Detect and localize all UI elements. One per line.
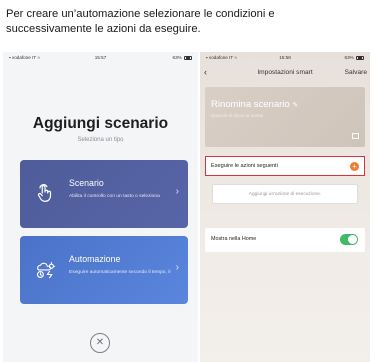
automation-card-title: Automazione — [69, 254, 121, 264]
automation-card[interactable]: Automazione Eseguire automaticamente sec… — [20, 236, 188, 304]
top-bar: ‹ Impostazioni smart Salvare — [200, 64, 370, 84]
close-icon[interactable]: ✕ — [90, 333, 110, 353]
execute-actions-label: Eseguire le azioni seguenti — [211, 163, 278, 169]
save-button[interactable]: Salvare — [345, 69, 367, 76]
scenario-card[interactable]: Scenario Abilita il controllo con un tas… — [20, 160, 188, 228]
battery-icon — [184, 55, 192, 60]
status-bar: ▪ vodafone IT ≈ 15:58 63% — [200, 52, 370, 64]
add-scenario-screen: ▪ vodafone IT ≈ 15:57 63% Aggiungi scena… — [3, 52, 198, 362]
page-subtitle: Seleziona un tipo — [77, 137, 124, 143]
smart-settings-screen: ▪ vodafone IT ≈ 15:58 63% ‹ Impostazioni… — [200, 52, 370, 362]
add-icon[interactable]: + — [350, 161, 359, 171]
chevron-right-icon: › — [175, 262, 179, 273]
image-icon[interactable] — [352, 133, 359, 139]
automation-card-description: Eseguire automaticamente secondo il temp… — [69, 270, 171, 275]
instruction-caption: Per creare un’automazione selezionare le… — [6, 7, 368, 37]
scenario-card-title: Scenario — [69, 178, 104, 188]
add-action-button[interactable]: Aggiungi un'azione di esecuzione. — [212, 184, 358, 204]
chevron-right-icon: › — [175, 186, 179, 197]
show-in-home-toggle[interactable] — [340, 234, 358, 245]
battery-indicator: 63% — [173, 55, 192, 60]
execute-actions-section[interactable]: Eseguire le azioni seguenti + — [205, 156, 365, 176]
scenario-header-card: Rinomina scenario ✎ Quando si clicca la … — [205, 87, 365, 147]
caption-line-1: Per creare un’automazione selezionare le… — [6, 8, 275, 20]
caption-line-2: successivamente le azioni da eseguire. — [6, 23, 201, 35]
tap-hand-icon — [37, 184, 52, 202]
status-time: 15:57 — [94, 55, 107, 60]
scenario-trigger-text: Quando si clicca la scena — [211, 113, 264, 118]
battery-icon — [356, 55, 364, 60]
page-title: Aggiungi scenario — [32, 115, 169, 132]
rename-scenario[interactable]: Rinomina scenario ✎ — [211, 99, 298, 110]
battery-indicator: 63% — [345, 55, 364, 60]
scenario-card-description: Abilita il controllo con un tasto o sele… — [69, 194, 160, 199]
show-in-home-row: Mostra nella Home — [205, 228, 365, 252]
status-bar: ▪ vodafone IT ≈ 15:57 63% — [3, 52, 198, 64]
pencil-icon: ✎ — [292, 102, 299, 109]
show-in-home-label: Mostra nella Home — [211, 236, 257, 242]
weather-clock-icon — [36, 262, 56, 279]
